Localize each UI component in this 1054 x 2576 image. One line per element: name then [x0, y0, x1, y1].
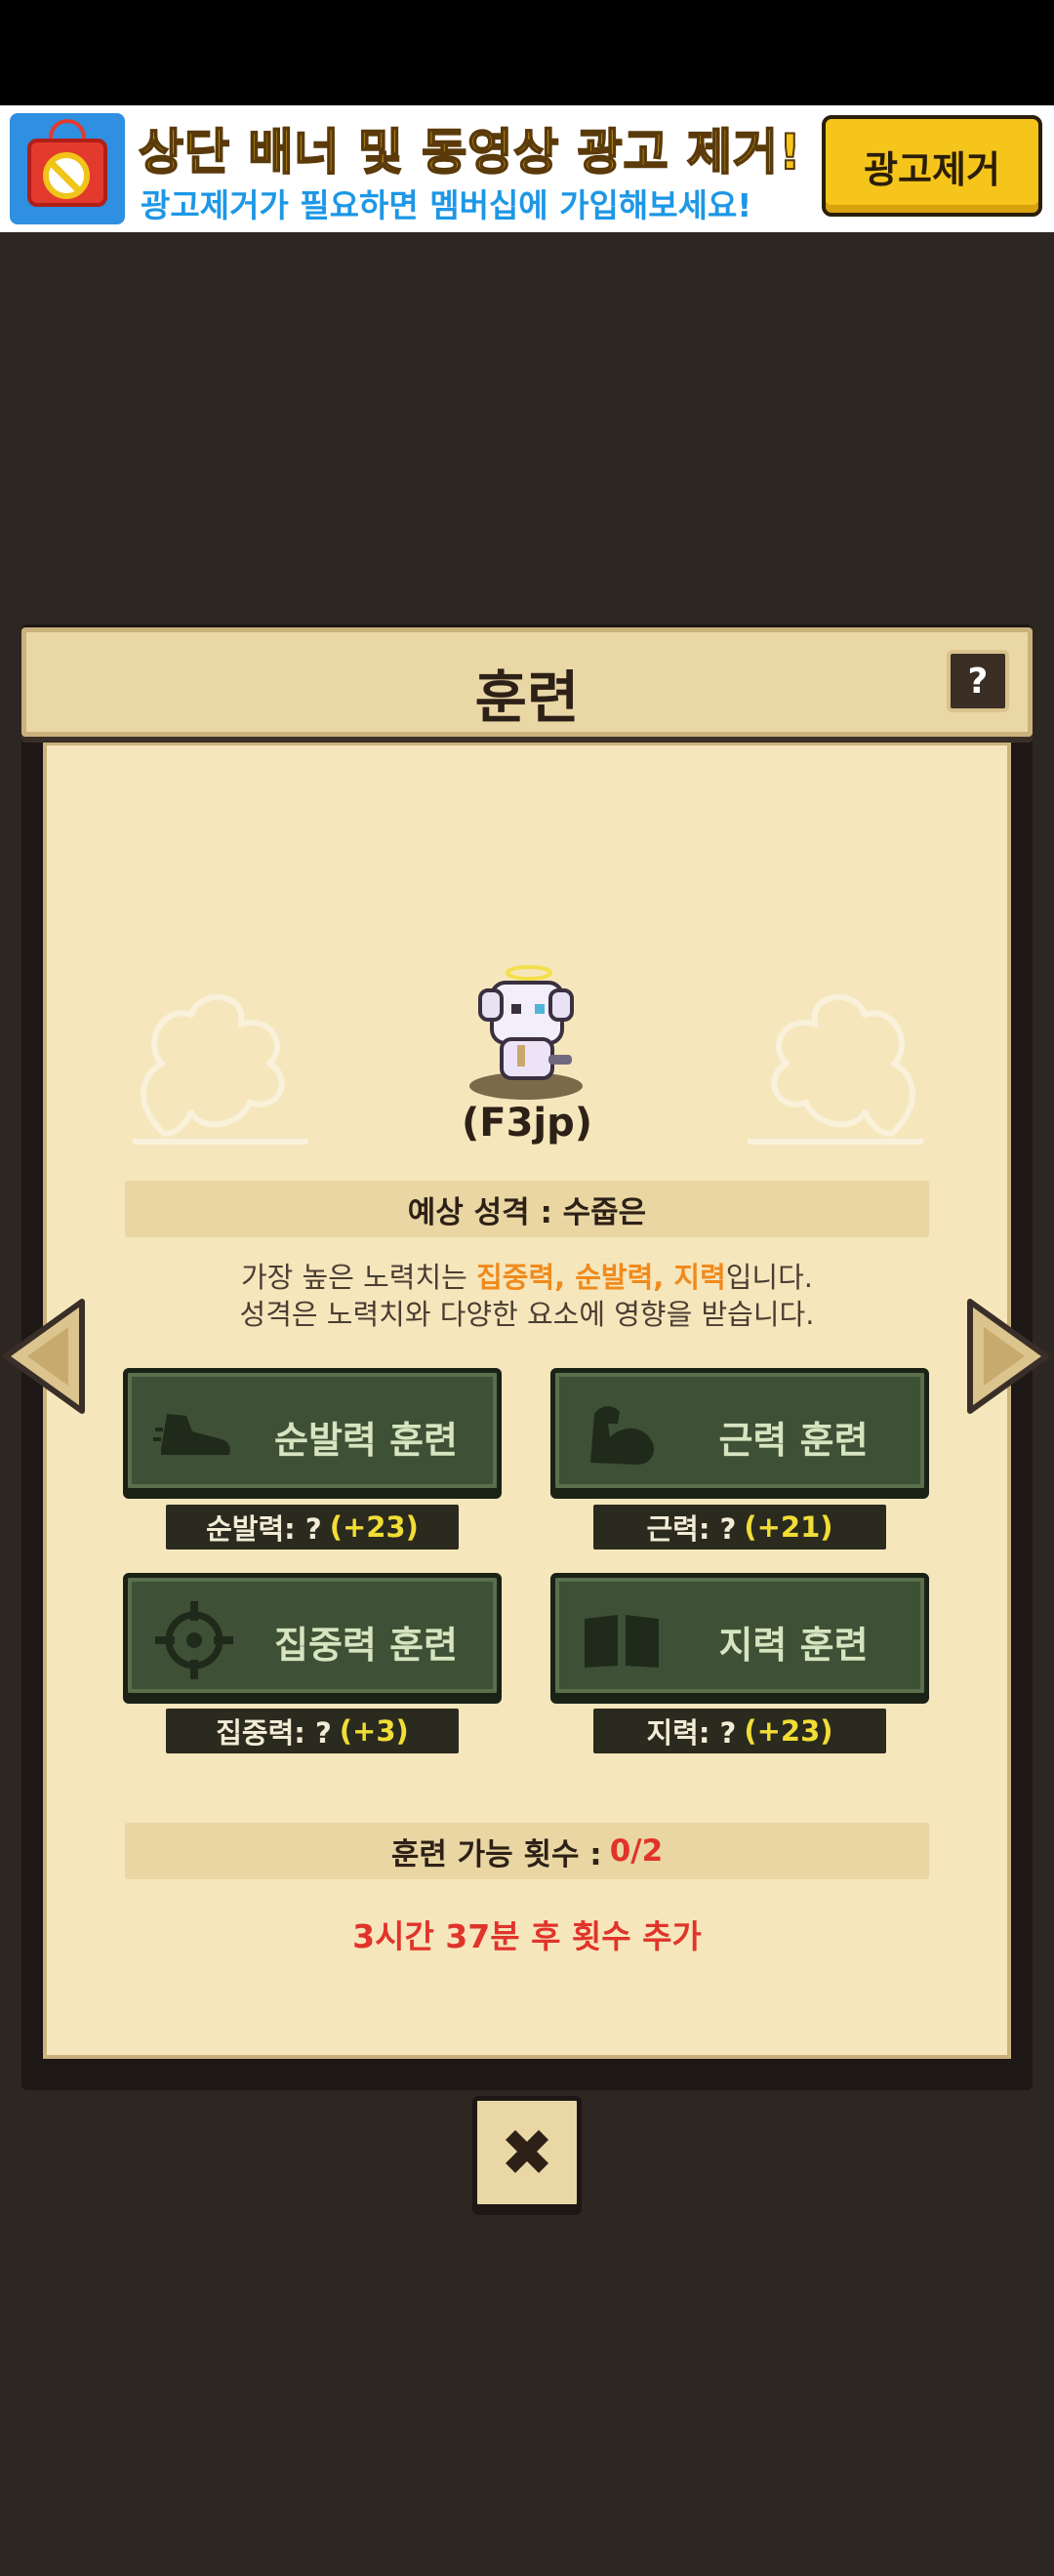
agility-stat: 순발력: ? (+23) — [166, 1505, 459, 1550]
close-button[interactable]: ✖ — [472, 2096, 582, 2209]
training-label: 집중력 훈련 — [273, 1624, 459, 1667]
expected-personality-bar: 예상 성격 : 수줍은 — [125, 1181, 929, 1237]
ad-title: 상단 배너 및 동영상 광고 제거! — [138, 123, 802, 181]
stat-label: 지력: ? — [646, 1716, 737, 1750]
training-label: 순발력 훈련 — [273, 1419, 459, 1462]
info-suffix: 입니다. — [725, 1261, 814, 1294]
info-prefix: 가장 높은 노력치는 — [240, 1261, 477, 1294]
training-label: 지력 훈련 — [718, 1624, 869, 1667]
training-label: 근력 훈련 — [718, 1419, 869, 1462]
remove-ads-button[interactable]: 광고제거 — [822, 115, 1042, 217]
stat-bonus: (+23) — [329, 1510, 419, 1544]
agility-training-button[interactable]: 순발력 훈련 — [123, 1368, 502, 1493]
training-count-label: 훈련 가능 횟수 : — [390, 1836, 602, 1872]
muscle-arm-icon — [590, 1406, 655, 1465]
status-bar — [0, 0, 1054, 105]
highest-effort-stats: 집중력, 순발력, 지력 — [476, 1261, 726, 1294]
dialog-header: 훈련 — [21, 627, 1033, 737]
next-arrow-icon[interactable] — [964, 1298, 1052, 1415]
effort-info: 가장 높은 노력치는 집중력, 순발력, 지력입니다. — [0, 1259, 1054, 1296]
refill-timer: 3시간 37분 후 횟수 추가 — [352, 1917, 702, 1955]
focus-training-button[interactable]: 집중력 훈련 — [123, 1573, 502, 1698]
dialog-title: 훈련 — [474, 664, 580, 731]
stat-bonus: (+3) — [339, 1714, 409, 1748]
help-button[interactable]: ? — [947, 650, 1009, 712]
stat-label: 집중력: ? — [216, 1716, 332, 1750]
focus-stat: 집중력: ? (+3) — [166, 1709, 459, 1753]
crosshair-icon — [155, 1601, 233, 1679]
training-count-value: 0/2 — [609, 1833, 664, 1869]
no-ads-tv-icon — [10, 113, 125, 224]
previous-arrow-icon[interactable] — [0, 1298, 88, 1415]
stat-bonus: (+21) — [744, 1510, 833, 1544]
intellect-training-button[interactable]: 지력 훈련 — [550, 1573, 929, 1698]
strength-training-button[interactable]: 근력 훈련 — [550, 1368, 929, 1493]
character-name: (F3jp) — [461, 1101, 593, 1146]
shoe-icon — [153, 1414, 230, 1455]
character-sprite — [469, 965, 583, 1100]
book-icon — [585, 1615, 659, 1668]
personality-info: 성격은 노력치와 다양한 요소에 영향을 받습니다. — [239, 1298, 815, 1331]
strength-stat: 근력: ? (+21) — [593, 1505, 886, 1550]
training-count-bar: 훈련 가능 횟수 :0/2 — [125, 1823, 929, 1879]
stat-bonus: (+23) — [744, 1714, 833, 1748]
ad-subtitle: 광고제거가 필요하면 멤버십에 가입해보세요! — [141, 186, 752, 224]
ad-banner[interactable]: 상단 배너 및 동영상 광고 제거! 광고제거가 필요하면 멤버십에 가입해보세… — [0, 105, 1054, 232]
intellect-stat: 지력: ? (+23) — [593, 1709, 886, 1753]
stat-label: 순발력: ? — [206, 1512, 322, 1546]
stat-label: 근력: ? — [646, 1512, 737, 1546]
